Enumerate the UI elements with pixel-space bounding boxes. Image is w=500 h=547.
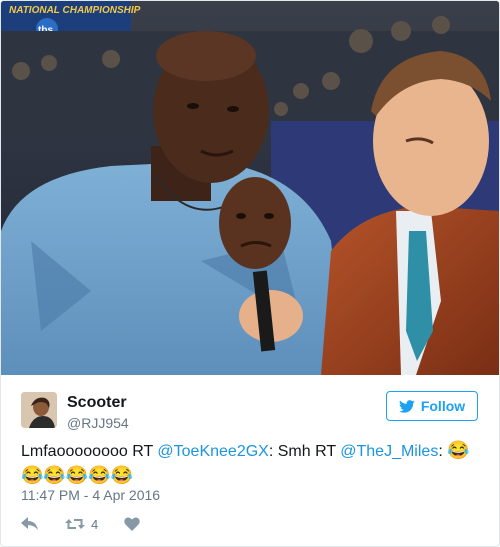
tweet-actions: 4	[21, 514, 140, 534]
tweet-card: NATIONAL CHAMPIONSHIP tbs Scooter @RJJ95…	[0, 0, 500, 547]
heart-icon	[124, 517, 140, 531]
reply-icon	[21, 517, 38, 530]
author-display-name[interactable]: Scooter	[67, 394, 129, 412]
retweet-icon	[65, 519, 85, 529]
emoji-laughing-row: 😂😂😂😂😂	[21, 465, 134, 485]
author-names: Scooter @RJJ954	[67, 394, 129, 432]
tweet-text-after-mention: :	[438, 443, 448, 460]
like-button[interactable]	[124, 517, 140, 531]
retweet-button[interactable]: 4	[65, 517, 98, 532]
mention-link-1[interactable]: @ToeKnee2GX	[157, 443, 268, 460]
reply-button[interactable]	[21, 517, 39, 531]
tweet-timestamp[interactable]: 11:47 PM - 4 Apr 2016	[21, 487, 160, 503]
crying-face-sticker	[219, 177, 291, 269]
twitter-bird-icon	[399, 399, 415, 413]
tweet-text: Lmfaoooooooo RT @ToeKnee2GX: Smh RT @The…	[21, 439, 481, 489]
tweet-header: Scooter @RJJ954 Follow	[1, 375, 499, 437]
avatar-image	[21, 392, 57, 428]
banner-text: NATIONAL CHAMPIONSHIP	[9, 5, 141, 16]
author-handle[interactable]: @RJJ954	[67, 414, 129, 432]
tweet-text-lead: Lmfaoooooooo RT	[21, 443, 158, 460]
photo-scene: NATIONAL CHAMPIONSHIP tbs	[1, 1, 499, 375]
avatar[interactable]	[21, 392, 57, 428]
retweet-count: 4	[91, 516, 99, 532]
follow-label: Follow	[420, 398, 466, 414]
emoji-laughing: 😂	[447, 440, 470, 460]
tweet-photo[interactable]: NATIONAL CHAMPIONSHIP tbs	[1, 1, 499, 375]
follow-button[interactable]: Follow	[386, 391, 478, 421]
mention-link-2[interactable]: @TheJ_Miles	[340, 443, 438, 460]
tweet-text-middle: : Smh RT	[268, 443, 341, 460]
